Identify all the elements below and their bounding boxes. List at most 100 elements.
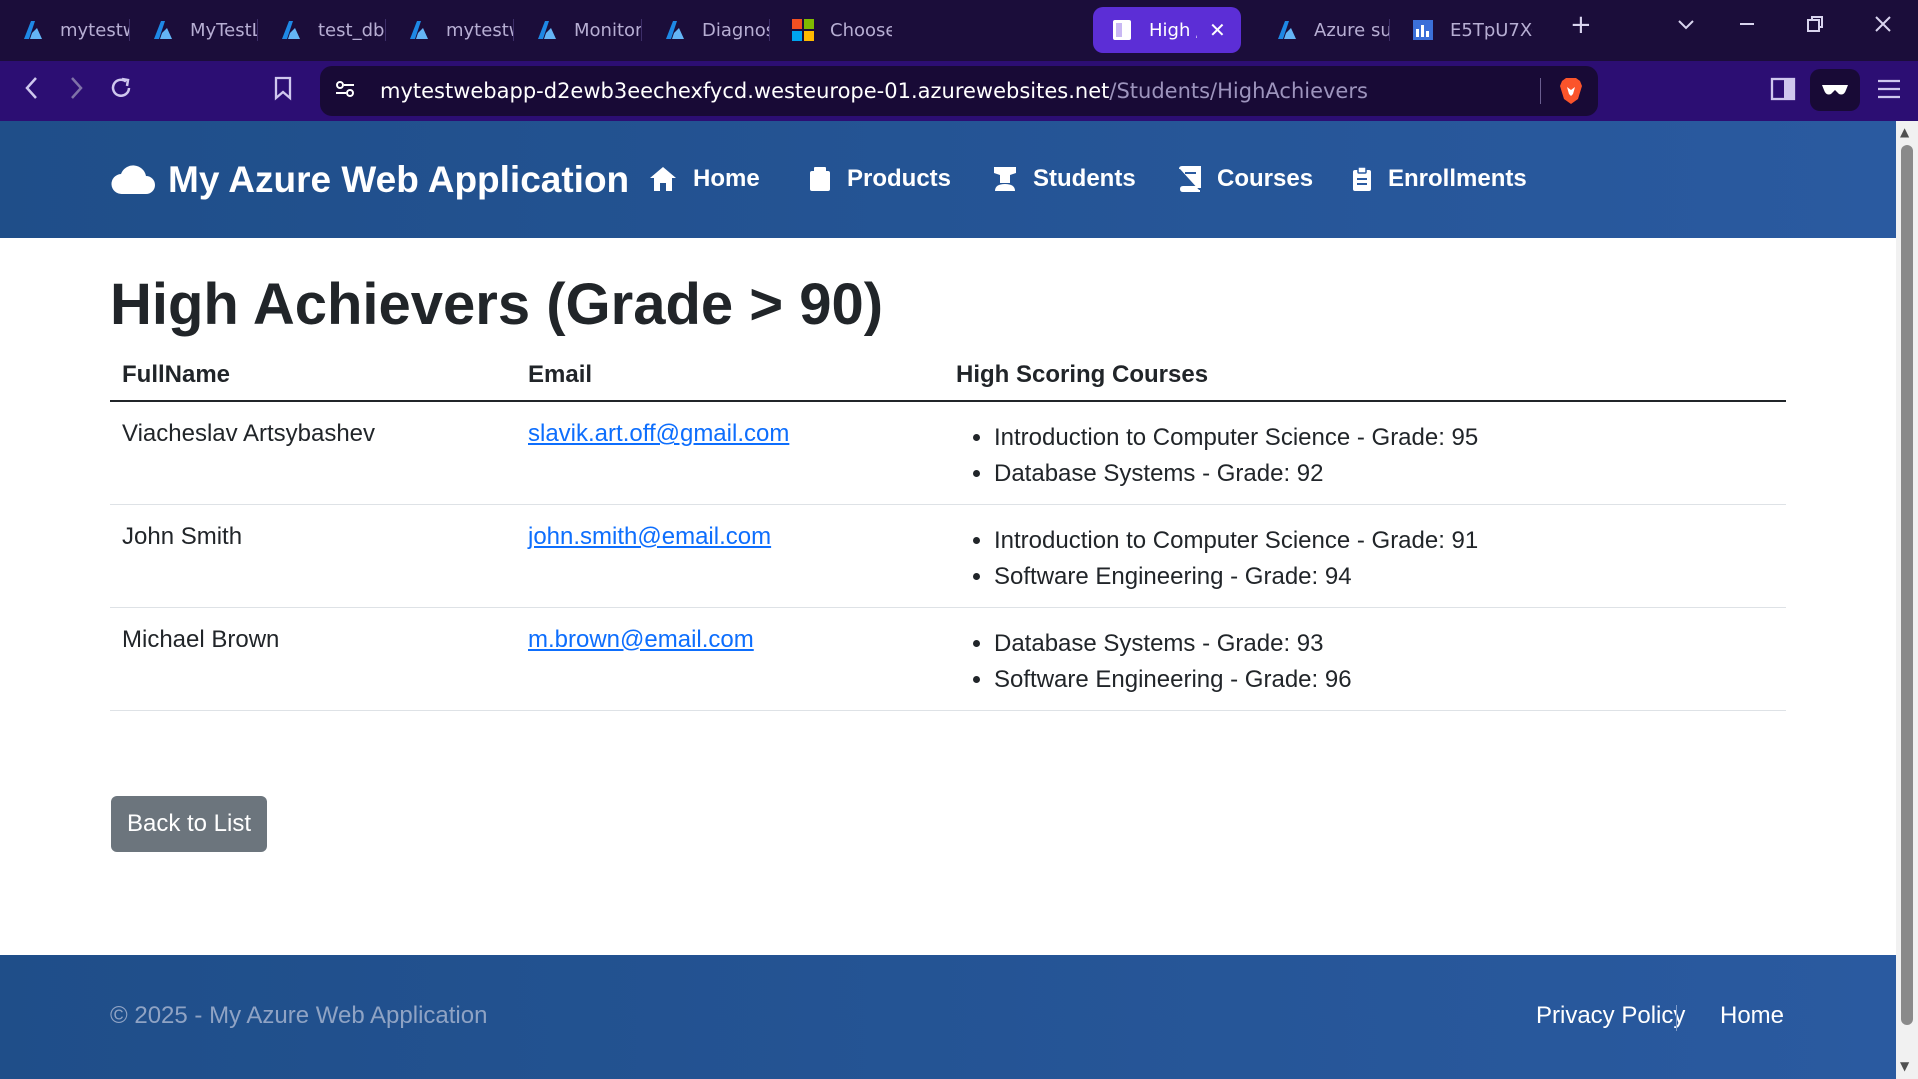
azure-icon xyxy=(1274,17,1300,43)
browser-tab[interactable]: Azure sub xyxy=(1254,7,1390,53)
cloud-icon xyxy=(111,165,155,195)
footer-home-link[interactable]: Home xyxy=(1720,1002,1784,1030)
close-window-icon[interactable] xyxy=(1873,14,1893,40)
azure-icon xyxy=(150,17,176,43)
close-tab-icon[interactable]: ✕ xyxy=(1209,18,1226,42)
menu-icon[interactable] xyxy=(1876,77,1902,107)
nav-enrollments[interactable]: Enrollments xyxy=(1352,165,1527,193)
nav-products-label: Products xyxy=(847,165,952,192)
nav-courses-label: Courses xyxy=(1217,165,1314,192)
microsoft-icon xyxy=(790,17,816,43)
site-footer: © 2025 - My Azure Web Application Privac… xyxy=(0,955,1896,1079)
clipboard-icon xyxy=(1353,166,1371,191)
address-divider xyxy=(1540,78,1541,104)
course-item: Database Systems - Grade: 93 xyxy=(994,626,1774,662)
column-header-fullname: FullName xyxy=(110,350,516,402)
scroll-down-arrow-icon[interactable]: ▼ xyxy=(1900,1059,1909,1073)
azure-icon xyxy=(662,17,688,43)
brand-title: My Azure Web Application xyxy=(168,159,630,200)
bookmark-icon[interactable] xyxy=(272,75,294,108)
back-to-list-button[interactable]: Back to List xyxy=(111,796,267,852)
table-row: John Smith john.smith@email.com Introduc… xyxy=(110,504,1786,608)
browser-tab[interactable]: MyTestLog xyxy=(130,7,258,53)
nav-enrollments-label: Enrollments xyxy=(1388,165,1527,192)
browser-tab[interactable]: E5TpU7XC xyxy=(1390,7,1532,53)
course-list: Introduction to Computer Science - Grade… xyxy=(956,420,1774,492)
site-settings-icon[interactable] xyxy=(334,78,356,104)
sidebar-toggle-icon[interactable] xyxy=(1770,77,1796,108)
course-item: Introduction to Computer Science - Grade… xyxy=(994,420,1774,456)
scroll-up-arrow-icon[interactable]: ▲ xyxy=(1900,125,1909,139)
azure-icon xyxy=(406,17,432,43)
column-header-courses: High Scoring Courses xyxy=(944,350,1786,402)
address-url[interactable]: mytestwebapp-d2ewb3eechexfycd.westeurope… xyxy=(380,79,1368,103)
tab-search-chevron-icon[interactable] xyxy=(1676,14,1696,40)
tab-title: MyTestLog xyxy=(190,19,258,41)
new-tab-button[interactable]: + xyxy=(1570,10,1592,40)
brave-shields-icon[interactable] xyxy=(1558,77,1584,109)
chart-icon xyxy=(1410,17,1436,43)
browser-tab[interactable]: mytestwel xyxy=(386,7,514,53)
tab-strip: mytestwe MyTestLog test_db (m mytestwel … xyxy=(0,0,1918,61)
browser-tab[interactable]: mytestwe xyxy=(0,7,130,53)
page-icon xyxy=(1109,17,1135,43)
site-navbar: My Azure Web Application Home Products S… xyxy=(0,121,1896,238)
table-header-row: FullName Email High Scoring Courses xyxy=(110,350,1786,402)
tab-title: mytestwel xyxy=(446,19,514,41)
student-name: Michael Brown xyxy=(110,607,516,711)
nav-students-label: Students xyxy=(1033,165,1136,192)
nav-home-label: Home xyxy=(693,165,760,192)
azure-icon xyxy=(534,17,560,43)
browser-tab[interactable]: Monitor - xyxy=(514,7,642,53)
student-email-link[interactable]: slavik.art.off@gmail.com xyxy=(528,420,789,447)
student-name: Viacheslav Artsybashev xyxy=(110,401,516,505)
tab-title: E5TpU7XC xyxy=(1450,19,1532,41)
footer-divider xyxy=(1676,1005,1677,1031)
nav-products[interactable]: Products xyxy=(809,165,951,193)
book-icon xyxy=(1179,166,1201,192)
student-icon xyxy=(994,167,1016,191)
browser-tab[interactable]: Choose ar xyxy=(770,7,892,53)
nav-courses[interactable]: Courses xyxy=(1179,165,1313,193)
nav-students[interactable]: Students xyxy=(993,165,1136,193)
high-achievers-table: FullName Email High Scoring Courses Viac… xyxy=(110,350,1786,711)
column-header-email: Email xyxy=(516,350,944,402)
tab-title: High / xyxy=(1149,19,1197,41)
browser-toolbar: mytestwebapp-d2ewb3eechexfycd.westeurope… xyxy=(0,61,1918,121)
browser-tab[interactable]: test_db (m xyxy=(258,7,386,53)
tab-title: test_db (m xyxy=(318,19,386,41)
restore-window-icon[interactable] xyxy=(1805,14,1825,40)
copyright-text: © 2025 - My Azure Web Application xyxy=(110,1002,488,1029)
course-item: Introduction to Computer Science - Grade… xyxy=(994,523,1774,559)
browser-tab[interactable]: Diagnostic xyxy=(642,7,770,53)
back-icon[interactable] xyxy=(22,75,42,108)
azure-icon xyxy=(278,17,304,43)
minimize-icon[interactable] xyxy=(1737,14,1757,40)
scrollbar-thumb[interactable] xyxy=(1901,145,1913,1025)
course-item: Software Engineering - Grade: 94 xyxy=(994,559,1774,595)
azure-icon xyxy=(20,17,46,43)
table-row: Viacheslav Artsybashev slavik.art.off@gm… xyxy=(110,401,1786,505)
url-host: mytestwebapp-d2ewb3eechexfycd.westeurope… xyxy=(380,79,1110,103)
course-item: Software Engineering - Grade: 96 xyxy=(994,662,1774,698)
forward-icon[interactable] xyxy=(66,75,86,108)
student-email-link[interactable]: m.brown@email.com xyxy=(528,626,754,653)
box-icon xyxy=(810,167,830,191)
privacy-policy-link[interactable]: Privacy Policy xyxy=(1536,1002,1685,1030)
course-item: Database Systems - Grade: 92 xyxy=(994,456,1774,492)
tab-title: Monitor - xyxy=(574,19,642,41)
student-email-link[interactable]: john.smith@email.com xyxy=(528,523,771,550)
nav-home[interactable]: Home xyxy=(649,165,760,193)
tab-title: Diagnostic xyxy=(702,19,770,41)
student-name: John Smith xyxy=(110,504,516,608)
reload-icon[interactable] xyxy=(108,75,134,108)
web-page: My Azure Web Application Home Products S… xyxy=(0,121,1896,1079)
tab-title: mytestwe xyxy=(60,19,130,41)
active-browser-tab[interactable]: High / ✕ xyxy=(1093,7,1241,53)
url-path: /Students/HighAchievers xyxy=(1109,79,1368,103)
page-scrollbar[interactable]: ▲ ▼ xyxy=(1896,121,1918,1079)
brand-link[interactable]: My Azure Web Application xyxy=(110,159,629,201)
tab-title: Choose ar xyxy=(830,19,892,41)
brave-rewards-icon[interactable] xyxy=(1810,69,1860,111)
address-bar[interactable]: mytestwebapp-d2ewb3eechexfycd.westeurope… xyxy=(320,66,1598,116)
